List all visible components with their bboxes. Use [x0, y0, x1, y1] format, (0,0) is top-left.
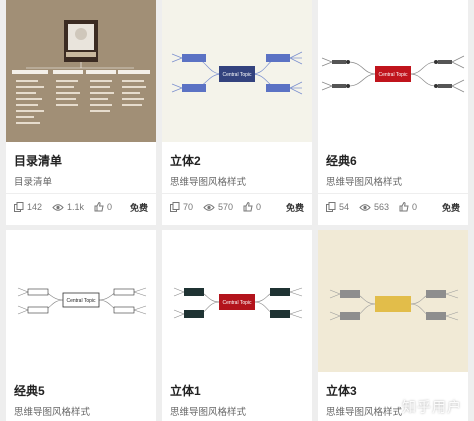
price-label: 免费 [129, 202, 148, 213]
template-title[interactable]: 立体2 [170, 152, 201, 169]
eye-icon [203, 203, 215, 211]
divider [6, 193, 156, 194]
view-count: 1.1k [67, 202, 85, 212]
view-stat: 1.1k [52, 202, 84, 212]
template-stats: 70 570 0 免费 [170, 200, 304, 214]
template-thumbnail[interactable]: Central Topic [162, 230, 312, 372]
template-description: 思维导图风格样式 [170, 177, 247, 188]
template-stats: 142 1.1k 0 免费 [14, 200, 148, 214]
divider [162, 193, 312, 194]
template-thumbnail[interactable]: Central Topic [6, 230, 156, 372]
central-topic-label: Central Topic [378, 72, 408, 78]
like-count: 0 [107, 202, 113, 212]
copy-icon [326, 202, 336, 212]
central-topic-label: Central Topic [222, 300, 252, 306]
template-title[interactable]: 立体1 [170, 382, 201, 399]
template-thumbnail[interactable] [318, 230, 468, 372]
copy-icon [14, 202, 24, 212]
catalog-preview-image [12, 20, 150, 124]
copy-stat: 142 [14, 202, 42, 212]
template-description: 思维导图风格样式 [14, 407, 91, 418]
template-card[interactable]: 目录清单 目录清单 142 1.1k 0 免费 [6, 0, 156, 225]
copy-icon [170, 202, 180, 212]
template-thumbnail[interactable]: Central Topic [318, 0, 468, 142]
template-grid: 目录清单 目录清单 142 1.1k 0 免费 Central Topic 立体… [0, 0, 474, 421]
template-description: 思维导图风格样式 [170, 407, 247, 418]
like-stat[interactable]: 0 [243, 202, 261, 212]
template-title[interactable]: 经典6 [326, 152, 357, 169]
central-topic-label: Central Topic [222, 72, 252, 78]
price-label: 免费 [441, 202, 460, 213]
red-mindmap-preview: Central Topic [321, 55, 465, 93]
eye-icon [52, 203, 64, 211]
dark-mindmap-preview: Central Topic [173, 287, 303, 319]
central-topic-label: Central Topic [66, 298, 96, 304]
template-description: 目录清单 [14, 177, 53, 188]
template-thumbnail[interactable]: Central Topic [162, 0, 312, 142]
thumbs-up-icon [94, 202, 104, 212]
thumbs-up-icon [399, 202, 409, 212]
template-thumbnail[interactable] [6, 0, 156, 142]
template-description: 思维导图风格样式 [326, 407, 403, 418]
template-title[interactable]: 目录清单 [14, 152, 62, 169]
view-count: 563 [374, 202, 390, 212]
template-stats: 54 563 0 免费 [326, 200, 460, 214]
view-stat: 570 [203, 202, 233, 212]
divider [318, 193, 468, 194]
template-card[interactable]: Central Topic 立体2 思维导图风格样式 70 570 0 免费 [162, 0, 312, 225]
blue-mindmap-preview: Central Topic [171, 51, 303, 95]
view-count: 570 [218, 202, 234, 212]
like-stat[interactable]: 0 [94, 202, 112, 212]
watermark: 知乎用户 [402, 399, 462, 415]
copy-stat: 70 [170, 202, 193, 212]
outline-mindmap-preview: Central Topic [17, 287, 147, 315]
view-stat: 563 [359, 202, 389, 212]
template-card[interactable]: Central Topic 经典5 思维导图风格样式 [6, 230, 156, 421]
thumbs-up-icon [243, 202, 253, 212]
like-stat[interactable]: 0 [399, 202, 417, 212]
template-title[interactable]: 经典5 [14, 382, 45, 399]
gold-mindmap-preview [329, 289, 459, 321]
eye-icon [359, 203, 371, 211]
template-card[interactable]: Central Topic 立体1 思维导图风格样式 [162, 230, 312, 421]
like-count: 0 [412, 202, 418, 212]
copy-count: 54 [339, 202, 350, 212]
copy-count: 70 [183, 202, 194, 212]
like-count: 0 [256, 202, 262, 212]
template-card[interactable]: 立体3 思维导图风格样式 知乎用户 [318, 230, 468, 421]
template-card[interactable]: Central Topic 经典6 思维导图风格样式 54 563 0 免费 [318, 0, 468, 225]
copy-stat: 54 [326, 202, 349, 212]
template-description: 思维导图风格样式 [326, 177, 403, 188]
price-label: 免费 [285, 202, 304, 213]
copy-count: 142 [27, 202, 43, 212]
template-title[interactable]: 立体3 [326, 382, 357, 399]
